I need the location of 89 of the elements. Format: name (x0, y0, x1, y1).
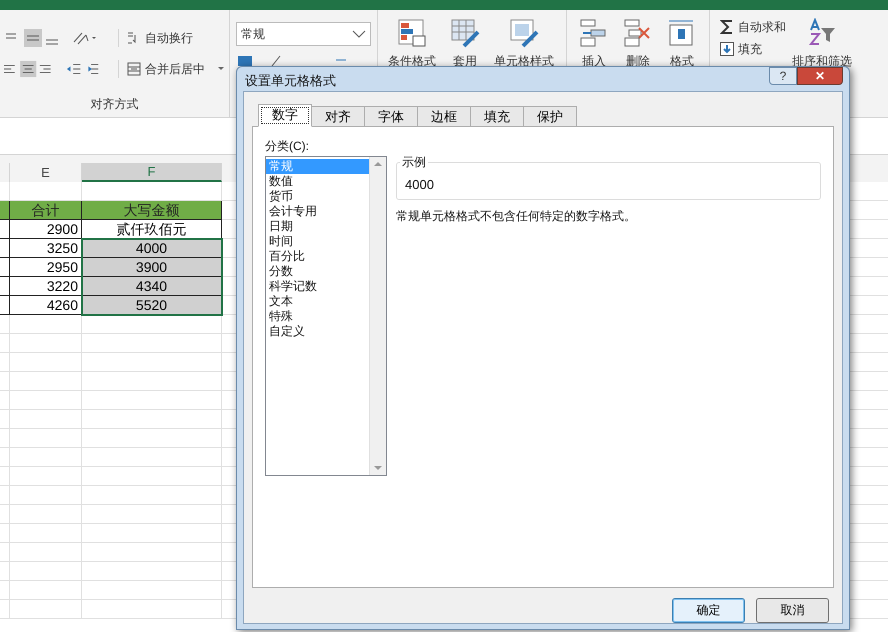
empty-cell (10, 524, 82, 543)
category-item[interactable]: 数值 (266, 174, 369, 188)
style-icon (509, 18, 539, 48)
sigma-icon (720, 19, 734, 35)
caret-icon (217, 66, 225, 72)
fill-button[interactable]: 填充 (720, 40, 786, 58)
category-label: 分类(C): (265, 138, 310, 154)
empty-cell (10, 467, 82, 486)
empty-cell (0, 524, 10, 543)
column-header[interactable]: F (82, 163, 222, 182)
empty-cell (0, 505, 10, 524)
category-item[interactable]: 分数 (266, 264, 369, 278)
empty-cell (0, 391, 10, 410)
dialog-tab[interactable]: 对齐 (311, 106, 365, 126)
empty-cell (0, 448, 10, 467)
sort-filter-icon (807, 18, 837, 48)
category-item[interactable]: 科学记数 (266, 278, 369, 294)
table-cell: 大写金额 (82, 201, 222, 220)
format-description: 常规单元格格式不包含任何特定的数字格式。 (396, 208, 637, 224)
empty-cell (0, 315, 10, 334)
dialog-tab[interactable]: 保护 (523, 106, 577, 126)
table-icon (450, 18, 480, 48)
empty-cell (0, 600, 10, 619)
help-button[interactable]: ? (769, 67, 797, 85)
category-item[interactable]: 日期 (266, 218, 369, 234)
category-item[interactable]: 文本 (266, 294, 369, 308)
category-item[interactable]: 自定义 (266, 324, 369, 338)
empty-cell (10, 562, 82, 581)
window-title: 设置单元格格式 (244, 72, 336, 90)
dialog-tab[interactable]: 边框 (417, 106, 471, 126)
empty-cell (10, 315, 82, 334)
empty-cell (10, 353, 82, 372)
fill-down-icon (720, 42, 734, 56)
dialog-tab[interactable]: 填充 (470, 106, 524, 126)
empty-cell (10, 429, 82, 448)
category-item[interactable]: 特殊 (266, 308, 369, 324)
empty-cell (10, 410, 82, 429)
empty-cell (0, 429, 10, 448)
empty-cell (10, 391, 82, 410)
ribbon-button[interactable]: 插入 (579, 18, 609, 70)
chevron-down-icon (352, 30, 366, 38)
empty-cell (10, 600, 82, 619)
wrap-text-button[interactable]: 自动换行 (118, 29, 193, 47)
ribbon-button[interactable]: 格式 (667, 18, 697, 70)
empty-cell (10, 505, 82, 524)
empty-cell (10, 372, 82, 391)
table-cell: 合计 (10, 201, 82, 220)
merge-center-button[interactable]: 合并后居中 (118, 60, 225, 78)
empty-cell (10, 448, 82, 467)
category-item[interactable]: 会计专用 (266, 204, 369, 218)
sample-value: 4000 (405, 176, 434, 194)
empty-cell (0, 581, 10, 600)
empty-cell (0, 334, 10, 353)
category-list[interactable]: 常规 数值 货币 会计专用 日期 时间 百分比 分数 科学记数 文本 特殊 自定义 (265, 156, 387, 476)
table-cell: 3900 (82, 258, 222, 277)
empty-cell (10, 543, 82, 562)
autosum-button[interactable]: 自动求和 (720, 18, 786, 36)
empty-cell (0, 372, 10, 391)
empty-cell (10, 334, 82, 353)
empty-cell (0, 467, 10, 486)
dialog-tab[interactable]: 字体 (364, 106, 418, 126)
vertical-align-icons[interactable] (4, 29, 60, 47)
merge-cells-icon (127, 62, 141, 76)
empty-cell (0, 486, 10, 505)
empty-cell (10, 581, 82, 600)
dialog-button[interactable]: 取消 (756, 598, 829, 622)
category-item[interactable]: 百分比 (266, 248, 369, 264)
empty-cell (10, 486, 82, 505)
ribbon-button[interactable]: 套用 (450, 18, 480, 70)
empty-cell (0, 201, 10, 220)
text-orientation-icon[interactable] (72, 30, 98, 46)
dialog-button[interactable]: 确定 (672, 598, 745, 622)
dialog-tab[interactable]: 数字 (258, 104, 312, 126)
cond-icon (397, 18, 427, 48)
table-cell: 5520 (82, 296, 222, 315)
empty-cell (0, 410, 10, 429)
ribbon-button[interactable]: 删除 (623, 18, 653, 70)
category-item[interactable]: 时间 (266, 234, 369, 248)
empty-cell (0, 543, 10, 562)
table-cell: 4340 (82, 277, 222, 296)
ribbon-button[interactable]: 条件格式 (388, 18, 436, 70)
table-cell: 2900 (10, 220, 82, 239)
table-cell: 4000 (82, 239, 222, 258)
number-format-dropdown[interactable]: 常规 (236, 22, 371, 46)
group-label: 对齐方式 (90, 96, 140, 113)
category-item[interactable]: 货币 (266, 188, 369, 204)
close-button[interactable]: ✕ (797, 67, 843, 85)
empty-cell (0, 562, 10, 581)
empty-cell (0, 353, 10, 372)
